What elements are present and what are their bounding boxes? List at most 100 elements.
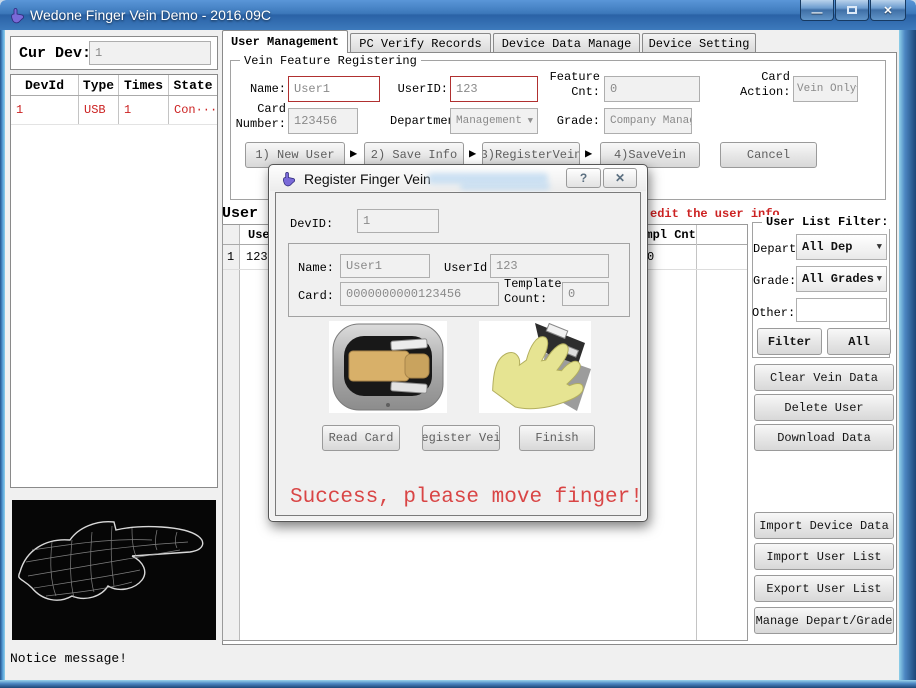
- device-row[interactable]: 1 USB 1 Con···: [11, 96, 217, 125]
- col-times: Times: [119, 75, 169, 95]
- list-row-index: 1: [227, 250, 234, 264]
- col-type: Type: [79, 75, 119, 95]
- button-label: Read Card: [329, 431, 394, 445]
- filter-button[interactable]: Filter: [757, 328, 822, 355]
- read-card-button[interactable]: Read Card: [322, 425, 400, 451]
- step-arrow-icon: ▶: [585, 146, 592, 161]
- manage-depart-grade-button[interactable]: Manage Depart/Grade: [754, 607, 894, 634]
- dialog-userid-label: UserId: [444, 261, 488, 275]
- tab-label: Device Data Manage: [502, 37, 632, 51]
- filter-grade-value: All Grades: [802, 272, 874, 286]
- button-label: Clear Vein Data: [770, 371, 878, 385]
- dialog-body: DevID: 1 Name: User1 UserId 123 Card: 00…: [275, 192, 641, 516]
- tab-label: PC Verify Records: [359, 37, 481, 51]
- card-number-label-2: Number:: [232, 117, 286, 131]
- dialog-name-label: Name:: [298, 261, 340, 275]
- vein-feature-group-title: Vein Feature Registering: [240, 54, 421, 68]
- filter-group-title: User List Filter:: [762, 215, 892, 229]
- card-action-select[interactable]: Vein Only ▼: [793, 76, 858, 102]
- dialog-template-label-2: Count:: [504, 292, 562, 306]
- button-label: 4)SaveVein: [614, 148, 686, 162]
- department-select[interactable]: Management ▼: [450, 108, 538, 134]
- tab-device-data-manage[interactable]: Device Data Manage: [493, 33, 640, 53]
- dialog-template-count-field[interactable]: 0: [562, 282, 609, 306]
- button-label: Delete User: [784, 401, 863, 415]
- dialog-close-button[interactable]: ✕: [603, 168, 637, 188]
- export-user-list-button[interactable]: Export User List: [754, 575, 894, 602]
- all-button[interactable]: All: [827, 328, 891, 355]
- window-border-left: [0, 30, 5, 682]
- delete-user-button[interactable]: Delete User: [754, 394, 894, 421]
- userid-field[interactable]: 123: [450, 76, 538, 102]
- register-vein-button[interactable]: Register Vein: [422, 425, 500, 451]
- app-window: Wedone Finger Vein Demo - 2016.09C — ✕ C…: [0, 0, 916, 688]
- tab-pc-verify-records[interactable]: PC Verify Records: [350, 33, 491, 53]
- button-label: Cancel: [747, 148, 790, 162]
- name-field[interactable]: User1: [288, 76, 380, 102]
- dialog-card-value: 0000000000123456: [346, 287, 461, 301]
- button-label: Register Vein: [422, 431, 500, 445]
- device-type: USB: [79, 96, 119, 124]
- dialog-userid-field[interactable]: 123: [490, 254, 609, 278]
- register-finger-vein-dialog: Register Finger Vein ? ✕ DevID: 1 Name: …: [268, 164, 648, 522]
- clear-vein-data-button[interactable]: Clear Vein Data: [754, 364, 894, 391]
- tab-label: Device Setting: [649, 37, 750, 51]
- list-row-templ-cnt: 0: [647, 250, 654, 264]
- dropdown-arrow-icon: ▼: [528, 116, 537, 126]
- finish-button[interactable]: Finish: [519, 425, 595, 451]
- close-button[interactable]: ✕: [870, 0, 906, 21]
- userid-value: 123: [456, 82, 478, 96]
- card-action-label-1: Card: [740, 70, 790, 84]
- grade-select[interactable]: Company Manag ▼: [604, 108, 692, 134]
- device-times: 1: [119, 96, 169, 124]
- feature-cnt-field[interactable]: 0: [604, 76, 700, 102]
- dialog-name-field[interactable]: User1: [340, 254, 430, 278]
- button-label: Manage Depart/Grade: [756, 614, 893, 628]
- cur-dev-value: 1: [95, 46, 102, 60]
- dialog-devid-field[interactable]: 1: [357, 209, 439, 233]
- filter-depart-select[interactable]: All Dep ▼: [796, 234, 887, 260]
- maximize-icon: [847, 6, 857, 14]
- button-label: 2) Save Info: [371, 148, 457, 162]
- device-table[interactable]: DevId Type Times State 1 USB 1 Con···: [10, 74, 218, 488]
- feature-cnt-label-2: Cnt:: [544, 85, 600, 99]
- current-device-panel: Cur Dev: 1: [10, 36, 218, 70]
- window-title: Wedone Finger Vein Demo - 2016.09C: [30, 7, 271, 23]
- step-arrow-icon: ▶: [350, 146, 357, 161]
- dropdown-arrow-icon: ▼: [877, 274, 886, 284]
- card-number-field[interactable]: 123456: [288, 108, 358, 134]
- download-data-button[interactable]: Download Data: [754, 424, 894, 451]
- button-label: 3)RegisterVein: [482, 148, 580, 162]
- close-icon: ✕: [615, 171, 625, 185]
- title-bar[interactable]: Wedone Finger Vein Demo - 2016.09C: [0, 0, 916, 30]
- col-state: State: [169, 75, 217, 95]
- filter-grade-label: Grade:: [753, 274, 796, 288]
- dialog-devid-label: DevID:: [290, 217, 340, 231]
- cur-dev-field[interactable]: 1: [89, 41, 211, 65]
- tab-user-management[interactable]: User Management: [222, 30, 348, 53]
- dialog-title: Register Finger Vein: [304, 171, 431, 187]
- device-table-header: DevId Type Times State: [11, 75, 217, 96]
- dialog-help-button[interactable]: ?: [566, 168, 601, 188]
- filter-depart-value: All Dep: [802, 240, 852, 254]
- dialog-userid-value: 123: [496, 259, 518, 273]
- maximize-button[interactable]: [835, 0, 869, 21]
- dropdown-arrow-icon: ▼: [877, 242, 886, 252]
- button-label: 1) New User: [255, 148, 334, 162]
- tab-device-setting[interactable]: Device Setting: [642, 33, 756, 53]
- minimize-button[interactable]: —: [800, 0, 834, 21]
- device-state: Con···: [169, 96, 217, 124]
- cancel-button[interactable]: Cancel: [720, 142, 817, 168]
- import-user-list-button[interactable]: Import User List: [754, 543, 894, 570]
- filter-other-input[interactable]: [796, 298, 887, 322]
- dialog-template-label-1: Template: [504, 277, 562, 291]
- card-number-value: 123456: [294, 114, 337, 128]
- filter-grade-select[interactable]: All Grades ▼: [796, 266, 887, 292]
- import-device-data-button[interactable]: Import Device Data: [754, 512, 894, 539]
- window-border-right: [899, 30, 916, 682]
- dialog-devid-value: 1: [363, 214, 370, 228]
- button-label: Finish: [535, 431, 578, 445]
- dialog-card-field[interactable]: 0000000000123456: [340, 282, 499, 306]
- button-label: Export User List: [766, 582, 881, 596]
- window-border-bottom: [0, 680, 916, 688]
